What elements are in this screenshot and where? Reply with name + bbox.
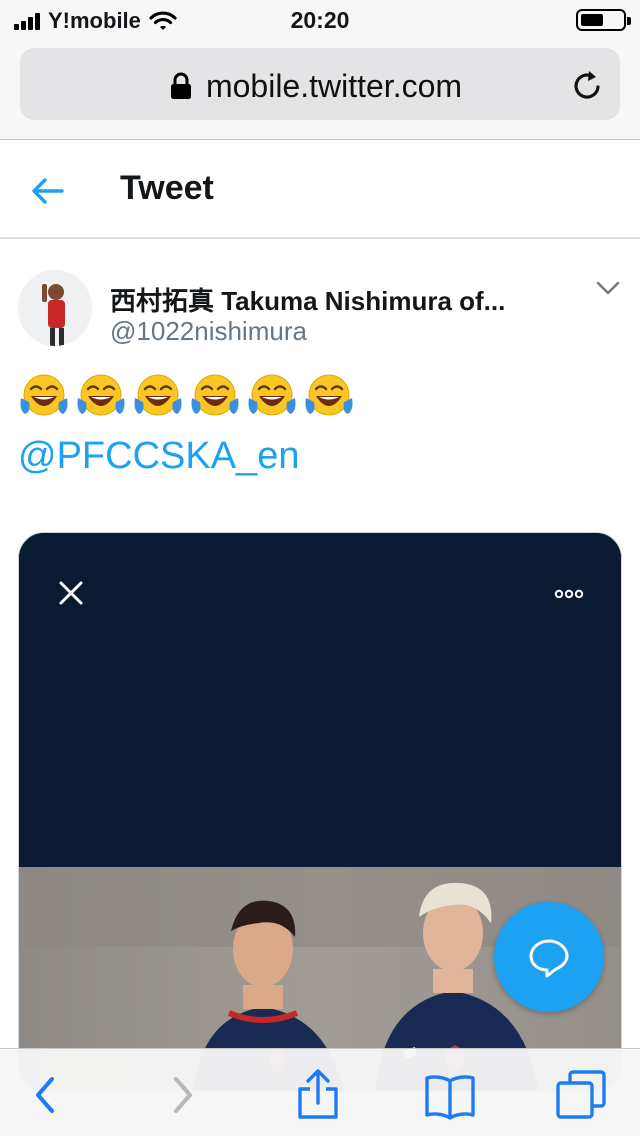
close-icon[interactable] <box>57 579 85 607</box>
author-handle[interactable]: @1022nishimura <box>110 316 307 347</box>
address-bar[interactable]: mobile.twitter.com <box>20 48 620 120</box>
share-icon[interactable] <box>292 1069 344 1121</box>
avatar-photo <box>18 270 92 346</box>
tweet-header: Tweet <box>0 141 640 239</box>
status-bar: Y!mobile 20:20 <box>0 0 640 40</box>
page-title: Tweet <box>120 169 214 207</box>
laughing-tears-emoji-icon <box>134 374 182 416</box>
reply-button[interactable] <box>494 902 604 1012</box>
browser-address-area: mobile.twitter.com <box>0 40 640 140</box>
laughing-tears-emoji-icon <box>248 374 296 416</box>
chevron-down-icon[interactable] <box>596 280 620 296</box>
back-arrow-icon[interactable] <box>28 171 68 211</box>
laughing-tears-emoji-icon <box>191 374 239 416</box>
battery-icon <box>576 9 631 31</box>
emoji-row <box>18 372 355 420</box>
reply-bubble-icon <box>529 939 569 978</box>
more-icon[interactable] <box>554 588 584 600</box>
laughing-tears-emoji-icon <box>20 374 68 416</box>
media-video-area <box>19 533 621 867</box>
browser-toolbar <box>0 1048 640 1136</box>
avatar[interactable] <box>18 270 92 346</box>
laughing-tears-emoji-icon <box>77 374 125 416</box>
author-name[interactable]: 西村拓真 Takuma Nishimura of... <box>110 281 570 318</box>
forward-icon[interactable] <box>156 1069 208 1121</box>
back-icon[interactable] <box>20 1069 72 1121</box>
laughing-tears-emoji-icon <box>305 374 353 416</box>
mention-link[interactable]: @PFCCSKA_en <box>18 435 299 478</box>
address-url: mobile.twitter.com <box>205 68 463 104</box>
bookmarks-icon[interactable] <box>424 1069 476 1121</box>
reload-icon[interactable] <box>570 68 606 104</box>
status-time: 20:20 <box>290 7 350 33</box>
tabs-icon[interactable] <box>556 1069 608 1121</box>
